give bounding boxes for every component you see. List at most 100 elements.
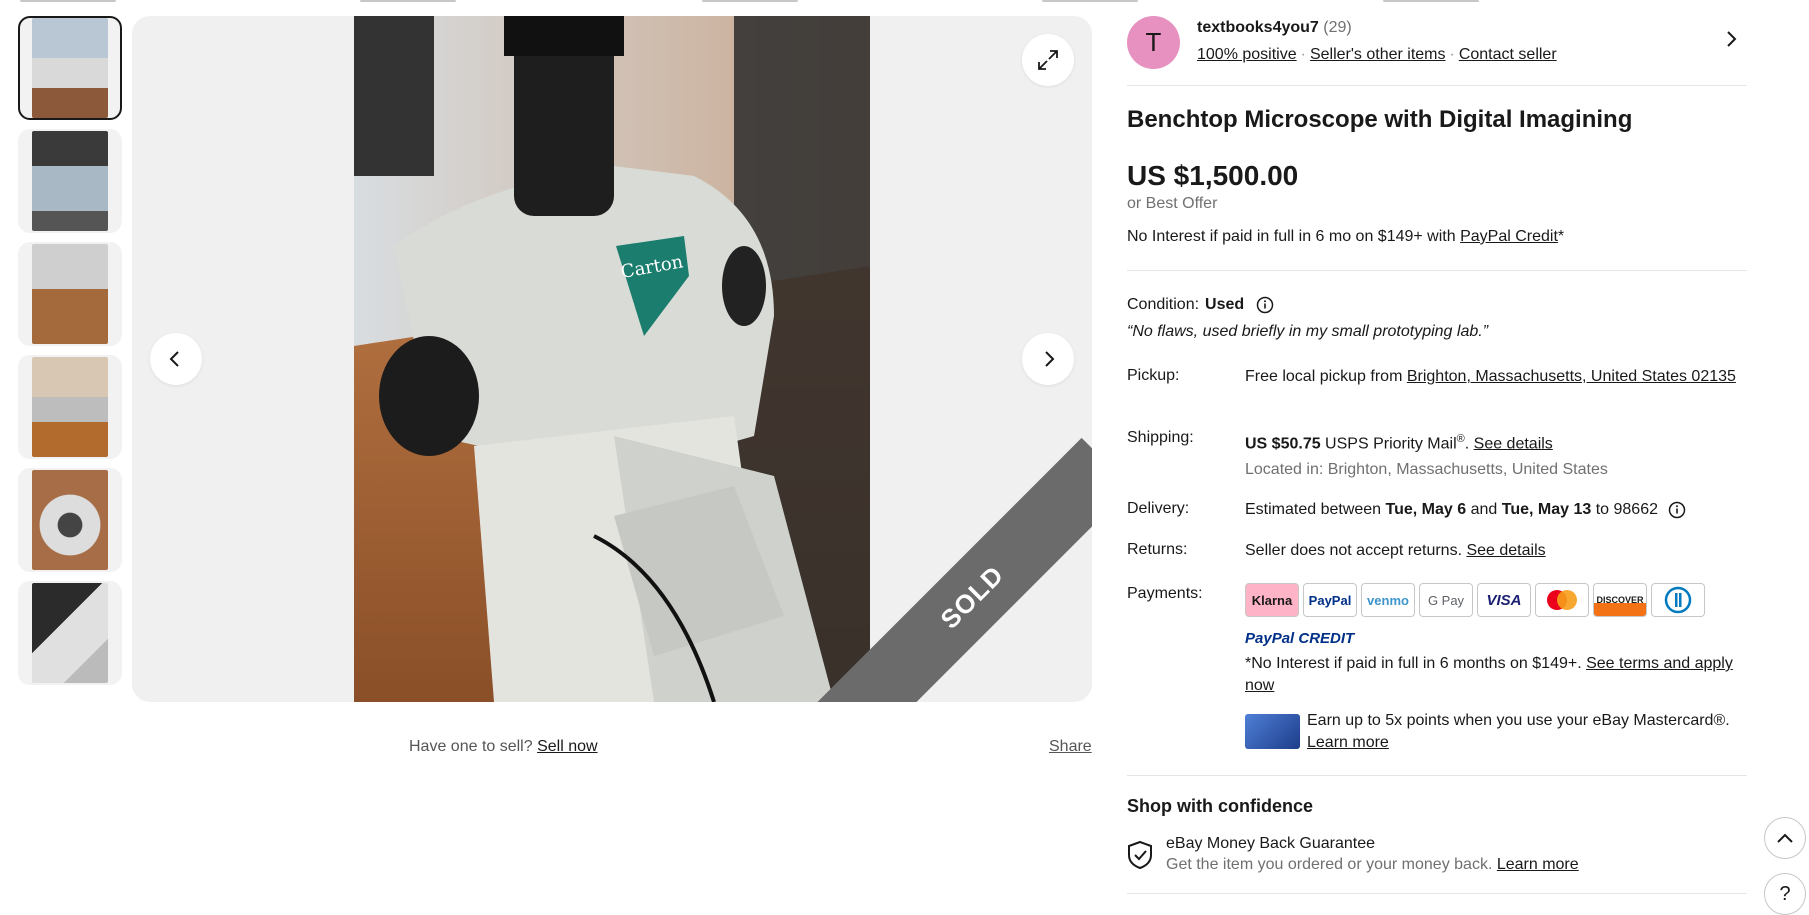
- returns-details-link[interactable]: See details: [1466, 542, 1545, 559]
- condition-value: Used: [1205, 296, 1245, 313]
- seller-notes: “No flaws, used briefly in my small prot…: [1127, 323, 1489, 340]
- seller-avatar: T: [1127, 16, 1180, 69]
- returns-label: Returns:: [1127, 541, 1188, 558]
- shipping-value: US $50.75 USPS Priority Mail®. See detai…: [1245, 428, 1745, 455]
- paypal-credit-link[interactable]: PayPal Credit: [1460, 228, 1558, 245]
- info-icon[interactable]: [1668, 501, 1686, 519]
- chevron-right-icon: [1045, 351, 1055, 367]
- thumbnail-4[interactable]: [18, 355, 122, 459]
- payment-terms-text: *No Interest if paid in full in 6 months…: [1245, 655, 1587, 672]
- seller-feedback-count: (29): [1323, 19, 1352, 36]
- help-button[interactable]: ?: [1764, 873, 1806, 915]
- payments-label: Payments:: [1127, 585, 1203, 602]
- chevron-up-icon: [1777, 833, 1793, 843]
- diners-club-icon: [1651, 583, 1705, 617]
- best-offer-text: or Best Offer: [1127, 195, 1218, 212]
- shipping-service: USPS Priority Mail: [1320, 435, 1457, 453]
- positive-feedback-link[interactable]: 100% positive: [1197, 46, 1297, 63]
- shield-check-icon: [1128, 840, 1152, 870]
- share-area: Share: [1049, 738, 1092, 756]
- scroll-to-top-button[interactable]: [1764, 817, 1806, 859]
- share-link[interactable]: Share: [1049, 738, 1092, 755]
- payment-terms: *No Interest if paid in full in 6 months…: [1245, 653, 1745, 697]
- info-icon[interactable]: [1256, 296, 1274, 314]
- returns-value: Seller does not accept returns. See deta…: [1245, 540, 1745, 562]
- seller-name[interactable]: textbooks4you7: [1197, 19, 1319, 36]
- pickup-location-link[interactable]: Brighton, Massachusetts, United States 0…: [1407, 368, 1736, 385]
- registered-mark: ®: [1456, 433, 1465, 445]
- expand-icon: [1038, 50, 1058, 70]
- thumbnail-2[interactable]: [18, 129, 122, 233]
- item-title: Benchtop Microscope with Digital Imagini…: [1127, 106, 1633, 133]
- no-interest-prefix: No Interest if paid in full in 6 mo on $…: [1127, 228, 1461, 245]
- thumbnail-image: [32, 470, 108, 570]
- thumbnail-3[interactable]: [18, 242, 122, 346]
- venmo-icon: venmo: [1361, 583, 1415, 617]
- payment-methods: Klarna PayPal venmo G Pay VISA DISCOVER: [1245, 583, 1705, 617]
- sell-prompt: Have one to sell? Sell now: [409, 738, 598, 756]
- thumbnail-image: [32, 244, 108, 344]
- no-interest-text: No Interest if paid in full in 6 mo on $…: [1127, 228, 1564, 246]
- shipping-details-link[interactable]: See details: [1474, 435, 1553, 452]
- seller-other-items-link[interactable]: Seller's other items: [1310, 46, 1446, 63]
- delivery-label: Delivery:: [1127, 500, 1190, 517]
- paypal-icon: PayPal: [1303, 583, 1357, 617]
- mastercard-learn-more-link[interactable]: Learn more: [1307, 734, 1389, 751]
- product-photo: Carton: [354, 16, 870, 702]
- have-one-text: Have one to sell?: [409, 738, 533, 755]
- shipping-label: Shipping:: [1127, 429, 1194, 446]
- main-image-viewer[interactable]: Carton SOLD: [132, 16, 1092, 702]
- delivery-suffix: to 98662: [1591, 501, 1658, 518]
- divider: [1127, 893, 1747, 894]
- condition-label: Condition:: [1127, 296, 1200, 313]
- pickup-label: Pickup:: [1127, 367, 1180, 384]
- delivery-and: and: [1466, 501, 1502, 518]
- seller-card[interactable]: T textbooks4you7 (29) 100% positive · Sell…: [1127, 16, 1747, 86]
- delivery-date-end: Tue, May 13: [1501, 501, 1592, 518]
- klarna-icon: Klarna: [1245, 583, 1299, 617]
- delivery-date-start: Tue, May 6: [1385, 501, 1467, 518]
- seller-name-line: textbooks4you7 (29): [1197, 19, 1352, 37]
- next-image-button[interactable]: [1022, 333, 1074, 385]
- visa-icon: VISA: [1477, 583, 1531, 617]
- help-icon: ?: [1779, 882, 1791, 905]
- guarantee-description: Get the item you ordered or your money b…: [1166, 856, 1497, 873]
- pickup-value: Free local pickup from Brighton, Massach…: [1245, 366, 1745, 388]
- delivery-prefix: Estimated between: [1245, 501, 1386, 518]
- contact-seller-link[interactable]: Contact seller: [1459, 46, 1557, 63]
- thumbnail-5[interactable]: [18, 468, 122, 572]
- shipping-separator: .: [1464, 435, 1474, 453]
- ebay-mastercard-image: [1245, 714, 1300, 749]
- thumbnail-6[interactable]: [18, 581, 122, 685]
- divider: [1127, 775, 1747, 776]
- seller-links: 100% positive · Seller's other items · Conta…: [1197, 46, 1557, 63]
- chevron-left-icon: [169, 351, 179, 367]
- delivery-value: Estimated between Tue, May 6 and Tue, Ma…: [1245, 499, 1745, 521]
- discover-icon: DISCOVER: [1593, 583, 1647, 617]
- chevron-right-icon[interactable]: [1725, 30, 1739, 48]
- shipping-cost: US $50.75: [1245, 435, 1321, 453]
- mastercard-promo: Earn up to 5x points when you use your e…: [1307, 710, 1747, 754]
- pickup-text: Free local pickup from: [1245, 368, 1407, 385]
- mastercard-icon: [1535, 583, 1589, 617]
- condition-row: Condition: Used: [1127, 296, 1274, 314]
- no-interest-suffix: *: [1557, 228, 1565, 245]
- google-pay-icon: G Pay: [1419, 583, 1473, 617]
- item-price: US $1,500.00: [1127, 160, 1299, 191]
- thumbnail-image: [32, 131, 108, 231]
- thumbnail-image: [32, 583, 108, 683]
- top-tab-strips: [0, 0, 1809, 3]
- paypal-credit-logo: PayPal CREDIT: [1245, 630, 1355, 647]
- guarantee-learn-more-link[interactable]: Learn more: [1497, 856, 1579, 873]
- expand-image-button[interactable]: [1022, 34, 1074, 86]
- guarantee-title: eBay Money Back Guarantee: [1166, 835, 1376, 852]
- sell-now-link[interactable]: Sell now: [537, 738, 597, 755]
- thumbnail-1[interactable]: [18, 16, 122, 120]
- mastercard-promo-text: Earn up to 5x points when you use your e…: [1307, 712, 1730, 729]
- guarantee-text: Get the item you ordered or your money b…: [1166, 856, 1579, 874]
- thumbnail-image: [32, 357, 108, 457]
- thumbnail-image: [32, 18, 108, 118]
- divider: [1127, 270, 1747, 271]
- previous-image-button[interactable]: [150, 333, 202, 385]
- located-in-text: Located in: Brighton, Massachusetts, Uni…: [1245, 461, 1608, 478]
